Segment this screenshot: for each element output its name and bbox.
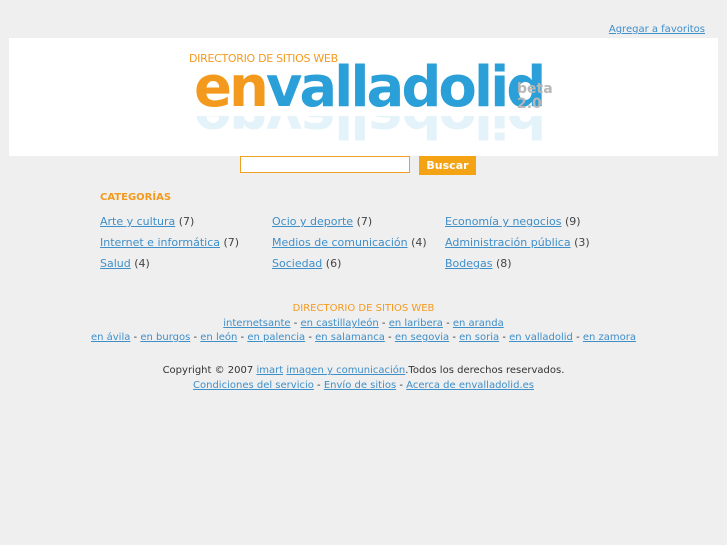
legal-link[interactable]: Acerca de envalladolid.es bbox=[406, 380, 534, 391]
link-separator: - bbox=[442, 318, 453, 329]
network-row-1: internetsante - en castillayleón - en la… bbox=[0, 318, 727, 329]
category-count: (7) bbox=[356, 215, 373, 228]
header-banner: DIRECTORIO DE SITIOS WEB envalladolid en… bbox=[9, 38, 718, 156]
category-count: (8) bbox=[495, 257, 512, 270]
link-separator: - bbox=[572, 332, 583, 343]
site-logo[interactable]: DIRECTORIO DE SITIOS WEB envalladolid en… bbox=[189, 52, 553, 156]
copyright-line: Copyright © 2007 imart imagen y comunica… bbox=[0, 365, 727, 376]
link-separator: - bbox=[190, 332, 201, 343]
category-count: (4) bbox=[134, 257, 150, 270]
legal-link[interactable]: Condiciones del servicio bbox=[193, 380, 314, 391]
category-item: Ocio y deporte (7) bbox=[272, 215, 372, 228]
category-link[interactable]: Bodegas bbox=[445, 257, 492, 270]
categories-heading: CATEGORÍAS bbox=[100, 192, 172, 203]
category-count: (9) bbox=[564, 215, 581, 228]
category-link[interactable]: Medios de comunicación bbox=[272, 236, 408, 249]
network-site-link[interactable]: en burgos bbox=[140, 332, 190, 343]
search-form: Buscar bbox=[240, 156, 476, 175]
network-site-link[interactable]: internetsante bbox=[223, 318, 290, 329]
category-link[interactable]: Internet e informática bbox=[100, 236, 220, 249]
logo-wordmark: envalladolid bbox=[194, 60, 546, 116]
category-item: Arte y cultura (7) bbox=[100, 215, 194, 228]
logo-brand-en: en bbox=[194, 55, 269, 120]
category-link[interactable]: Arte y cultura bbox=[100, 215, 175, 228]
category-count: (7) bbox=[223, 236, 240, 249]
network-site-link[interactable]: en león bbox=[200, 332, 237, 343]
category-link[interactable]: Economía y negocios bbox=[445, 215, 561, 228]
network-site-link[interactable]: en palencia bbox=[247, 332, 305, 343]
category-item: Salud (4) bbox=[100, 257, 150, 270]
link-separator: - bbox=[499, 332, 510, 343]
network-site-link[interactable]: en laribera bbox=[389, 318, 443, 329]
category-item: Administración pública (3) bbox=[445, 236, 590, 249]
category-item: Sociedad (6) bbox=[272, 257, 341, 270]
category-count: (6) bbox=[325, 257, 342, 270]
link-separator: - bbox=[237, 332, 248, 343]
network-site-link[interactable]: en ávila bbox=[91, 332, 130, 343]
imagen-comunicacion-link[interactable]: imagen y comunicación bbox=[286, 365, 405, 376]
link-separator: - bbox=[396, 380, 407, 391]
network-heading: DIRECTORIO DE SITIOS WEB bbox=[292, 303, 435, 314]
link-separator: - bbox=[378, 318, 389, 329]
category-item: Bodegas (8) bbox=[445, 257, 512, 270]
network-site-link[interactable]: en segovia bbox=[395, 332, 449, 343]
link-separator: - bbox=[313, 380, 324, 391]
network-site-link[interactable]: en aranda bbox=[453, 318, 504, 329]
network-site-link[interactable]: en castillayleón bbox=[301, 318, 379, 329]
logo-reflection: envalladolid bbox=[194, 116, 543, 144]
legal-links: Condiciones del servicio - Envío de siti… bbox=[0, 380, 727, 391]
network-row-2: en ávila - en burgos - en león - en pale… bbox=[0, 332, 727, 343]
category-link[interactable]: Sociedad bbox=[272, 257, 322, 270]
link-separator: - bbox=[290, 318, 301, 329]
link-separator: - bbox=[305, 332, 316, 343]
beta-label: beta bbox=[517, 81, 553, 97]
logo-brand-city: valladolid bbox=[265, 55, 547, 120]
category-item: Internet e informática (7) bbox=[100, 236, 239, 249]
category-item: Medios de comunicación (4) bbox=[272, 236, 427, 249]
link-separator: - bbox=[384, 332, 395, 343]
category-count: (7) bbox=[178, 215, 195, 228]
link-separator: - bbox=[130, 332, 141, 343]
beta-version: 2.0 bbox=[517, 96, 542, 112]
category-item: Economía y negocios (9) bbox=[445, 215, 581, 228]
add-to-favorites-link[interactable]: Agregar a favoritos bbox=[609, 24, 705, 35]
legal-link[interactable]: Envío de sitios bbox=[324, 380, 396, 391]
network-site-link[interactable]: en valladolid bbox=[509, 332, 573, 343]
imart-link[interactable]: imart bbox=[256, 365, 283, 376]
category-link[interactable]: Ocio y deporte bbox=[272, 215, 353, 228]
link-separator: - bbox=[449, 332, 460, 343]
copyright-prefix: Copyright © 2007 bbox=[162, 365, 257, 376]
network-site-link[interactable]: en soria bbox=[459, 332, 499, 343]
category-count: (4) bbox=[411, 236, 427, 249]
copyright-suffix: .Todos los derechos reservados. bbox=[405, 365, 565, 376]
network-site-link[interactable]: en zamora bbox=[583, 332, 636, 343]
search-input[interactable] bbox=[240, 156, 410, 173]
beta-badge: beta 2.0 bbox=[517, 82, 553, 112]
category-link[interactable]: Administración pública bbox=[445, 236, 571, 249]
category-link[interactable]: Salud bbox=[100, 257, 131, 270]
category-count: (3) bbox=[574, 236, 590, 249]
network-site-link[interactable]: en salamanca bbox=[315, 332, 385, 343]
search-button[interactable]: Buscar bbox=[419, 156, 476, 175]
